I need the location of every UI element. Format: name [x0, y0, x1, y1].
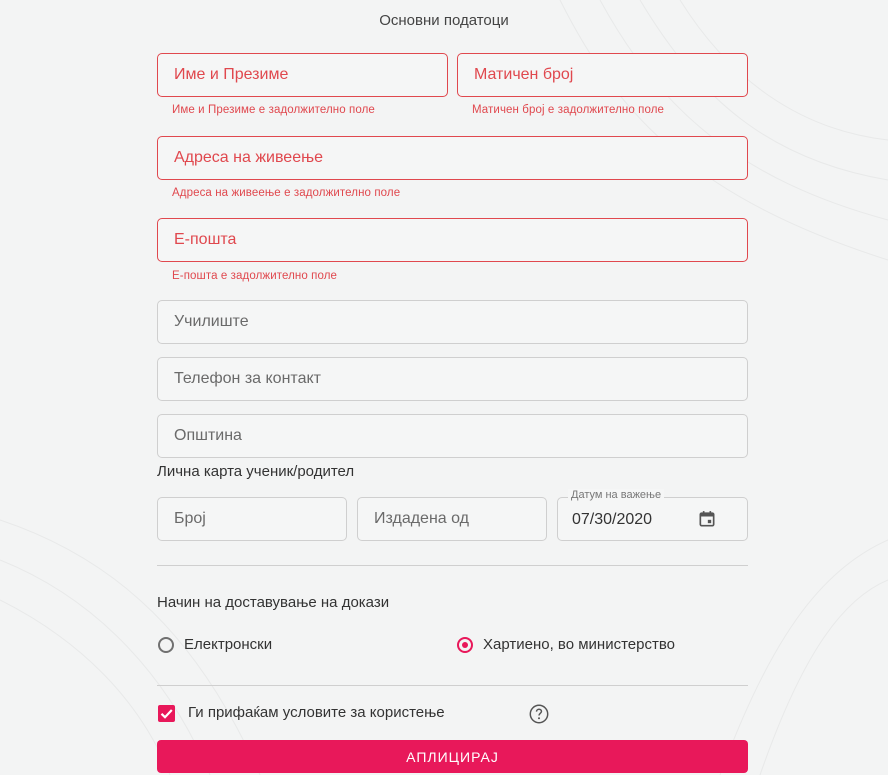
- id-card-heading: Лична карта ученик/родител: [157, 463, 355, 480]
- email-field[interactable]: [157, 218, 748, 262]
- email-error: Е-пошта е задолжително поле: [172, 270, 337, 282]
- validity-date-label: Датум на важење: [568, 489, 665, 501]
- validity-date-value[interactable]: 07/30/2020: [572, 511, 652, 529]
- id-card-number-input[interactable]: [158, 498, 346, 540]
- id-card-issued-by-input[interactable]: [358, 498, 546, 540]
- full-name-field[interactable]: [157, 53, 448, 97]
- section-title: Основни податоци: [379, 12, 509, 29]
- id-number-input[interactable]: [458, 54, 747, 96]
- delivery-option-paper[interactable]: Хартиено, во министерство: [457, 636, 675, 653]
- address-field[interactable]: [157, 136, 748, 180]
- phone-input[interactable]: [158, 358, 747, 400]
- id-card-number-field[interactable]: [157, 497, 347, 541]
- radio-electronic[interactable]: [158, 636, 174, 653]
- id-number-error: Матичен број е задолжително поле: [472, 104, 665, 116]
- id-card-issued-by-field[interactable]: [357, 497, 547, 541]
- check-icon: [160, 709, 173, 719]
- apply-button[interactable]: АПЛИЦИРАЈ: [157, 740, 748, 773]
- phone-field[interactable]: [157, 357, 748, 401]
- radio-paper-label: Хартиено, во министерство: [483, 636, 675, 653]
- school-input[interactable]: [158, 301, 747, 343]
- address-error: Адреса на живеење е задолжително поле: [172, 187, 401, 199]
- terms-checkbox[interactable]: [158, 705, 175, 722]
- school-field[interactable]: [157, 300, 748, 344]
- municipality-input[interactable]: [158, 415, 747, 457]
- terms-label: Ги прифаќам условите за користење: [188, 704, 445, 721]
- radio-electronic-label: Електронски: [184, 636, 273, 653]
- divider: [157, 685, 748, 686]
- delivery-heading: Начин на доставување на докази: [157, 594, 390, 611]
- radio-paper[interactable]: [457, 636, 473, 653]
- validity-date-field[interactable]: Датум на важење 07/30/2020: [557, 489, 748, 541]
- divider: [157, 565, 748, 566]
- calendar-icon[interactable]: [697, 509, 717, 529]
- municipality-field[interactable]: [157, 414, 748, 458]
- email-input[interactable]: [158, 219, 747, 261]
- help-circle-icon[interactable]: [528, 703, 550, 725]
- id-number-field[interactable]: [457, 53, 748, 97]
- full-name-error: Име и Презиме е задолжително поле: [172, 104, 375, 116]
- delivery-option-electronic[interactable]: Електронски: [158, 636, 272, 653]
- address-input[interactable]: [158, 137, 747, 179]
- full-name-input[interactable]: [158, 54, 447, 96]
- application-form: Основни податоци Име и Презиме е задолжи…: [0, 0, 888, 775]
